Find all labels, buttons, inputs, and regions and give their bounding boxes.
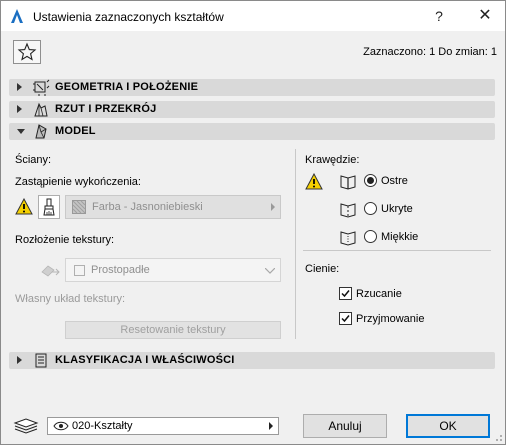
- projection-icon: [74, 265, 85, 276]
- ok-button[interactable]: OK: [406, 414, 490, 438]
- window-title: Ustawienia zaznaczonych kształtów: [33, 10, 224, 24]
- reset-texture-button[interactable]: Resetowanie tekstury: [65, 321, 281, 339]
- section-title: GEOMETRIA I POŁOŻENIE: [55, 81, 199, 93]
- title-bar: Ustawienia zaznaczonych kształtów ? ✕: [1, 1, 505, 31]
- close-button[interactable]: ✕: [465, 1, 505, 31]
- expand-arrow-icon: [17, 105, 22, 113]
- edge-sharp-label: Ostre: [381, 175, 408, 187]
- star-icon: [17, 42, 37, 61]
- layer-dropdown[interactable]: 020-Kształty: [47, 417, 279, 435]
- edge-smooth-label: Miękkie: [381, 231, 419, 243]
- shadows-label: Cienie:: [305, 263, 340, 275]
- surface-dropdown[interactable]: Farba - Jasnoniebieski: [65, 195, 281, 219]
- eye-icon: [53, 421, 69, 431]
- texture-mapping-dropdown[interactable]: Prostopadłe: [65, 258, 281, 282]
- selection-count: Zaznaczono: 1 Do zmian: 1: [363, 46, 497, 58]
- sharp-edge-icon: [340, 175, 356, 190]
- help-button[interactable]: ?: [419, 1, 459, 31]
- custom-texture-label: Własny układ tekstury:: [15, 293, 126, 305]
- edges-shadows-divider: [303, 250, 491, 251]
- section-geometry[interactable]: GEOMETRIA I POŁOŻENIE: [9, 79, 495, 96]
- collapse-arrow-icon: [17, 129, 25, 134]
- faces-label: Ściany:: [15, 154, 52, 166]
- edges-label: Krawędzie:: [305, 154, 360, 166]
- finish-override-label: Zastąpienie wykończenia:: [15, 176, 141, 188]
- cancel-button[interactable]: Anuluj: [303, 414, 387, 438]
- model-icon: [35, 124, 47, 139]
- receive-shadow-label: Przyjmowanie: [356, 313, 425, 325]
- cast-shadow-checkbox[interactable]: [339, 287, 352, 300]
- receive-shadow-checkbox[interactable]: [339, 312, 352, 325]
- chevron-right-icon: [271, 203, 275, 211]
- checkmark-icon: [341, 315, 350, 323]
- archicad-app-icon: [11, 9, 23, 23]
- smooth-edge-icon: [340, 231, 356, 246]
- hidden-edge-icon: [340, 203, 356, 218]
- chevron-down-icon: [265, 268, 275, 274]
- layers-icon: [13, 418, 39, 434]
- favorites-button[interactable]: [13, 40, 41, 64]
- expand-arrow-icon: [17, 356, 22, 364]
- paint-brush-icon: [43, 198, 55, 216]
- warning-icon: [15, 198, 33, 215]
- surface-value: Farba - Jasnoniebieski: [92, 201, 203, 213]
- floor-plan-icon: [34, 102, 48, 117]
- resize-grip-icon[interactable]: [493, 432, 503, 442]
- texture-mapping-value: Prostopadłe: [91, 264, 150, 276]
- column-divider: [295, 149, 296, 339]
- edge-sharp-radio[interactable]: [364, 174, 377, 187]
- override-brush-button[interactable]: [38, 195, 60, 219]
- expand-arrow-icon: [17, 83, 22, 91]
- edge-hidden-label: Ukryte: [381, 203, 413, 215]
- section-model[interactable]: MODEL: [9, 123, 495, 140]
- checkmark-icon: [341, 290, 350, 298]
- edge-hidden-radio[interactable]: [364, 202, 377, 215]
- section-plan-section[interactable]: RZUT I PRZEKRÓJ: [9, 101, 495, 118]
- section-title: MODEL: [55, 125, 96, 137]
- section-title: KLASYFIKACJA I WŁAŚCIWOŚCI: [55, 354, 235, 366]
- cast-shadow-label: Rzucanie: [356, 288, 402, 300]
- dialog-window: Ustawienia zaznaczonych kształtów ? ✕ Za…: [0, 0, 506, 445]
- chevron-right-icon: [269, 422, 273, 430]
- section-classification[interactable]: KLASYFIKACJA I WŁAŚCIWOŚCI: [9, 352, 495, 369]
- surface-swatch-icon: [72, 200, 86, 214]
- warning-icon: [305, 173, 323, 190]
- geometry-icon: [33, 79, 50, 96]
- classification-list-icon: [35, 353, 47, 368]
- edge-smooth-radio[interactable]: [364, 230, 377, 243]
- layer-value: 020-Kształty: [72, 420, 133, 432]
- texture-mapping-label: Rozłożenie tekstury:: [15, 234, 115, 246]
- texture-cube-icon: [41, 265, 60, 277]
- section-title: RZUT I PRZEKRÓJ: [55, 103, 157, 115]
